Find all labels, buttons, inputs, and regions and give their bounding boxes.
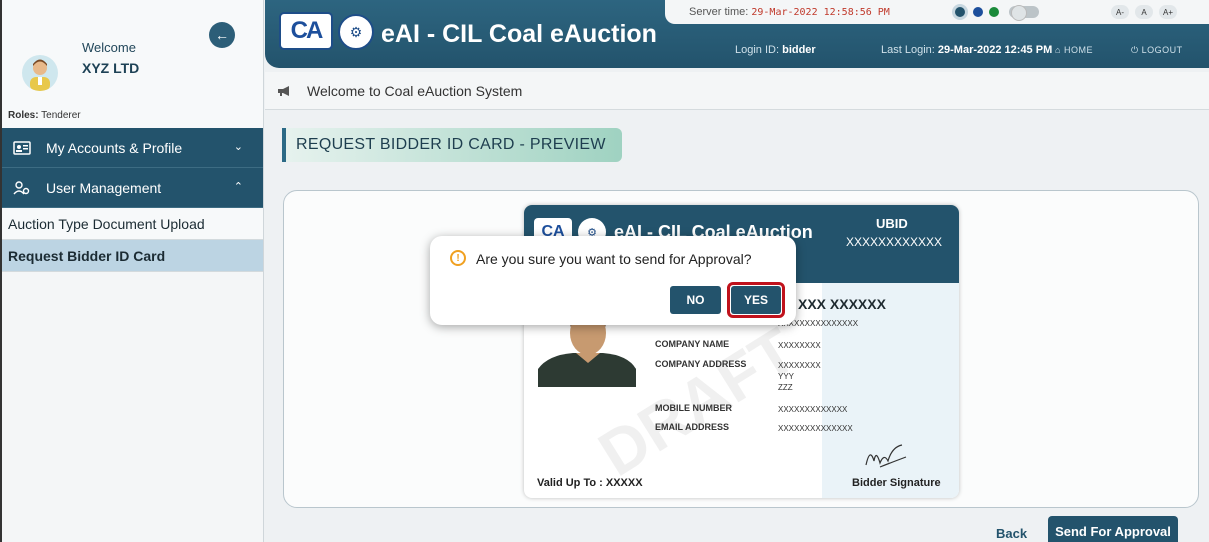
server-time: Server time: 29-Mar-2022 12:58:56 PM [689, 6, 890, 18]
menu-my-accounts[interactable]: My Accounts & Profile ⌄ [2, 128, 263, 168]
logout-link[interactable]: ⏻ LOGOUT [1131, 45, 1183, 56]
welcome-label: Welcome [82, 40, 136, 55]
id-card-icon [12, 140, 32, 155]
roles-value: Tenderer [41, 110, 81, 121]
company-name: XYZ LTD [82, 60, 140, 76]
ubid-value: XXXXXXXXXXXX [846, 235, 943, 249]
warning-icon: ! [450, 250, 466, 266]
bidder-name: XXX XXXXXX [798, 296, 886, 312]
chevron-up-icon: ⌃ [233, 181, 243, 193]
font-decrease-button[interactable]: A- [1111, 5, 1129, 19]
sidebar: ← Welcome XYZ LTD Roles: Tenderer My Acc… [0, 0, 264, 542]
logo-text: CA [290, 17, 324, 44]
valid-up-to: Valid Up To : XXXXX [537, 477, 643, 489]
font-increase-button[interactable]: A+ [1159, 5, 1177, 19]
welcome-bar: Welcome to Coal eAuction System [265, 72, 1209, 110]
last-login-value: 29-Mar-2022 12:45 PM [937, 44, 1053, 56]
login-id-value: bidder [782, 44, 816, 56]
menu-user-management[interactable]: User Management ⌃ [2, 168, 263, 208]
app-title: eAI - CIL Coal eAuction [381, 20, 657, 48]
roles-label: Roles: [8, 110, 39, 121]
signature-label: Bidder Signature [852, 477, 941, 489]
contrast-toggle[interactable] [1009, 5, 1039, 21]
home-link[interactable]: ⌂ HOME [1055, 45, 1093, 55]
arrow-left-icon: ← [215, 27, 229, 43]
menu-label: My Accounts & Profile [46, 139, 183, 156]
home-icon: ⌂ [1055, 45, 1061, 55]
field-label: COMPANY NAME [655, 339, 730, 349]
sidebar-profile: ← Welcome XYZ LTD Roles: Tenderer [2, 0, 263, 128]
ca-logo: CA [279, 12, 333, 50]
last-login: Last Login: 29-Mar-2022 12:45 PM [881, 44, 1052, 56]
confirm-message: Are you sure you want to send for Approv… [476, 251, 752, 267]
login-id: Login ID: bidder [735, 44, 816, 56]
bidder-signature-image [862, 441, 908, 477]
field-label: COMPANY ADDRESS [655, 359, 747, 369]
cil-emblem-icon: ⚙ [338, 14, 374, 50]
submenu-auction-type-doc-upload[interactable]: Auction Type Document Upload [2, 208, 263, 240]
last-login-label: Last Login: [881, 44, 935, 56]
home-label: HOME [1063, 45, 1093, 55]
field-label: MOBILE NUMBER [655, 403, 732, 413]
top-utility-bar: Server time: 29-Mar-2022 12:58:56 PM A- … [665, 0, 1209, 24]
welcome-message: Welcome to Coal eAuction System [307, 82, 523, 99]
field-value: XXXXXXXXXXXXXX [778, 424, 853, 433]
field-value: XXXXXXXX YYY ZZZ [778, 361, 821, 392]
field-value: XXXXXXXX [778, 341, 821, 350]
confirm-dialog: ! Are you sure you want to send for Appr… [430, 236, 796, 325]
submenu-request-bidder-id-card[interactable]: Request Bidder ID Card [2, 240, 263, 272]
collapse-sidebar-button[interactable]: ← [209, 22, 235, 48]
chevron-down-icon: ⌄ [233, 141, 243, 153]
power-icon: ⏻ [1131, 45, 1139, 55]
header: CA ⚙ eAI - CIL Coal eAuction Server time… [265, 0, 1209, 68]
yes-button-highlight: YES [727, 282, 785, 318]
server-time-value: 29-Mar-2022 12:58:56 PM [751, 7, 890, 18]
back-button[interactable]: Back [996, 526, 1027, 541]
font-normal-button[interactable]: A [1135, 5, 1153, 19]
theme-color-2[interactable] [973, 7, 983, 17]
ubid-label: UBID [876, 216, 908, 231]
avatar [22, 55, 58, 91]
page-title: REQUEST BIDDER ID CARD - PREVIEW [282, 128, 622, 162]
menu-label: User Management [46, 179, 162, 196]
no-button[interactable]: NO [670, 286, 721, 314]
field-value: XXXXXXXXXXXXX [778, 405, 848, 414]
theme-color-1[interactable] [955, 7, 965, 17]
send-for-approval-button[interactable]: Send For Approval [1048, 516, 1178, 542]
field-label: EMAIL ADDRESS [655, 422, 730, 432]
roles: Roles: Tenderer [8, 110, 81, 121]
users-gear-icon [12, 180, 32, 196]
theme-color-3[interactable] [989, 7, 999, 17]
yes-button[interactable]: YES [731, 286, 781, 314]
megaphone-icon [277, 85, 293, 97]
logout-label: LOGOUT [1141, 45, 1183, 55]
login-id-label: Login ID: [735, 44, 780, 56]
server-time-label: Server time: [689, 6, 749, 18]
